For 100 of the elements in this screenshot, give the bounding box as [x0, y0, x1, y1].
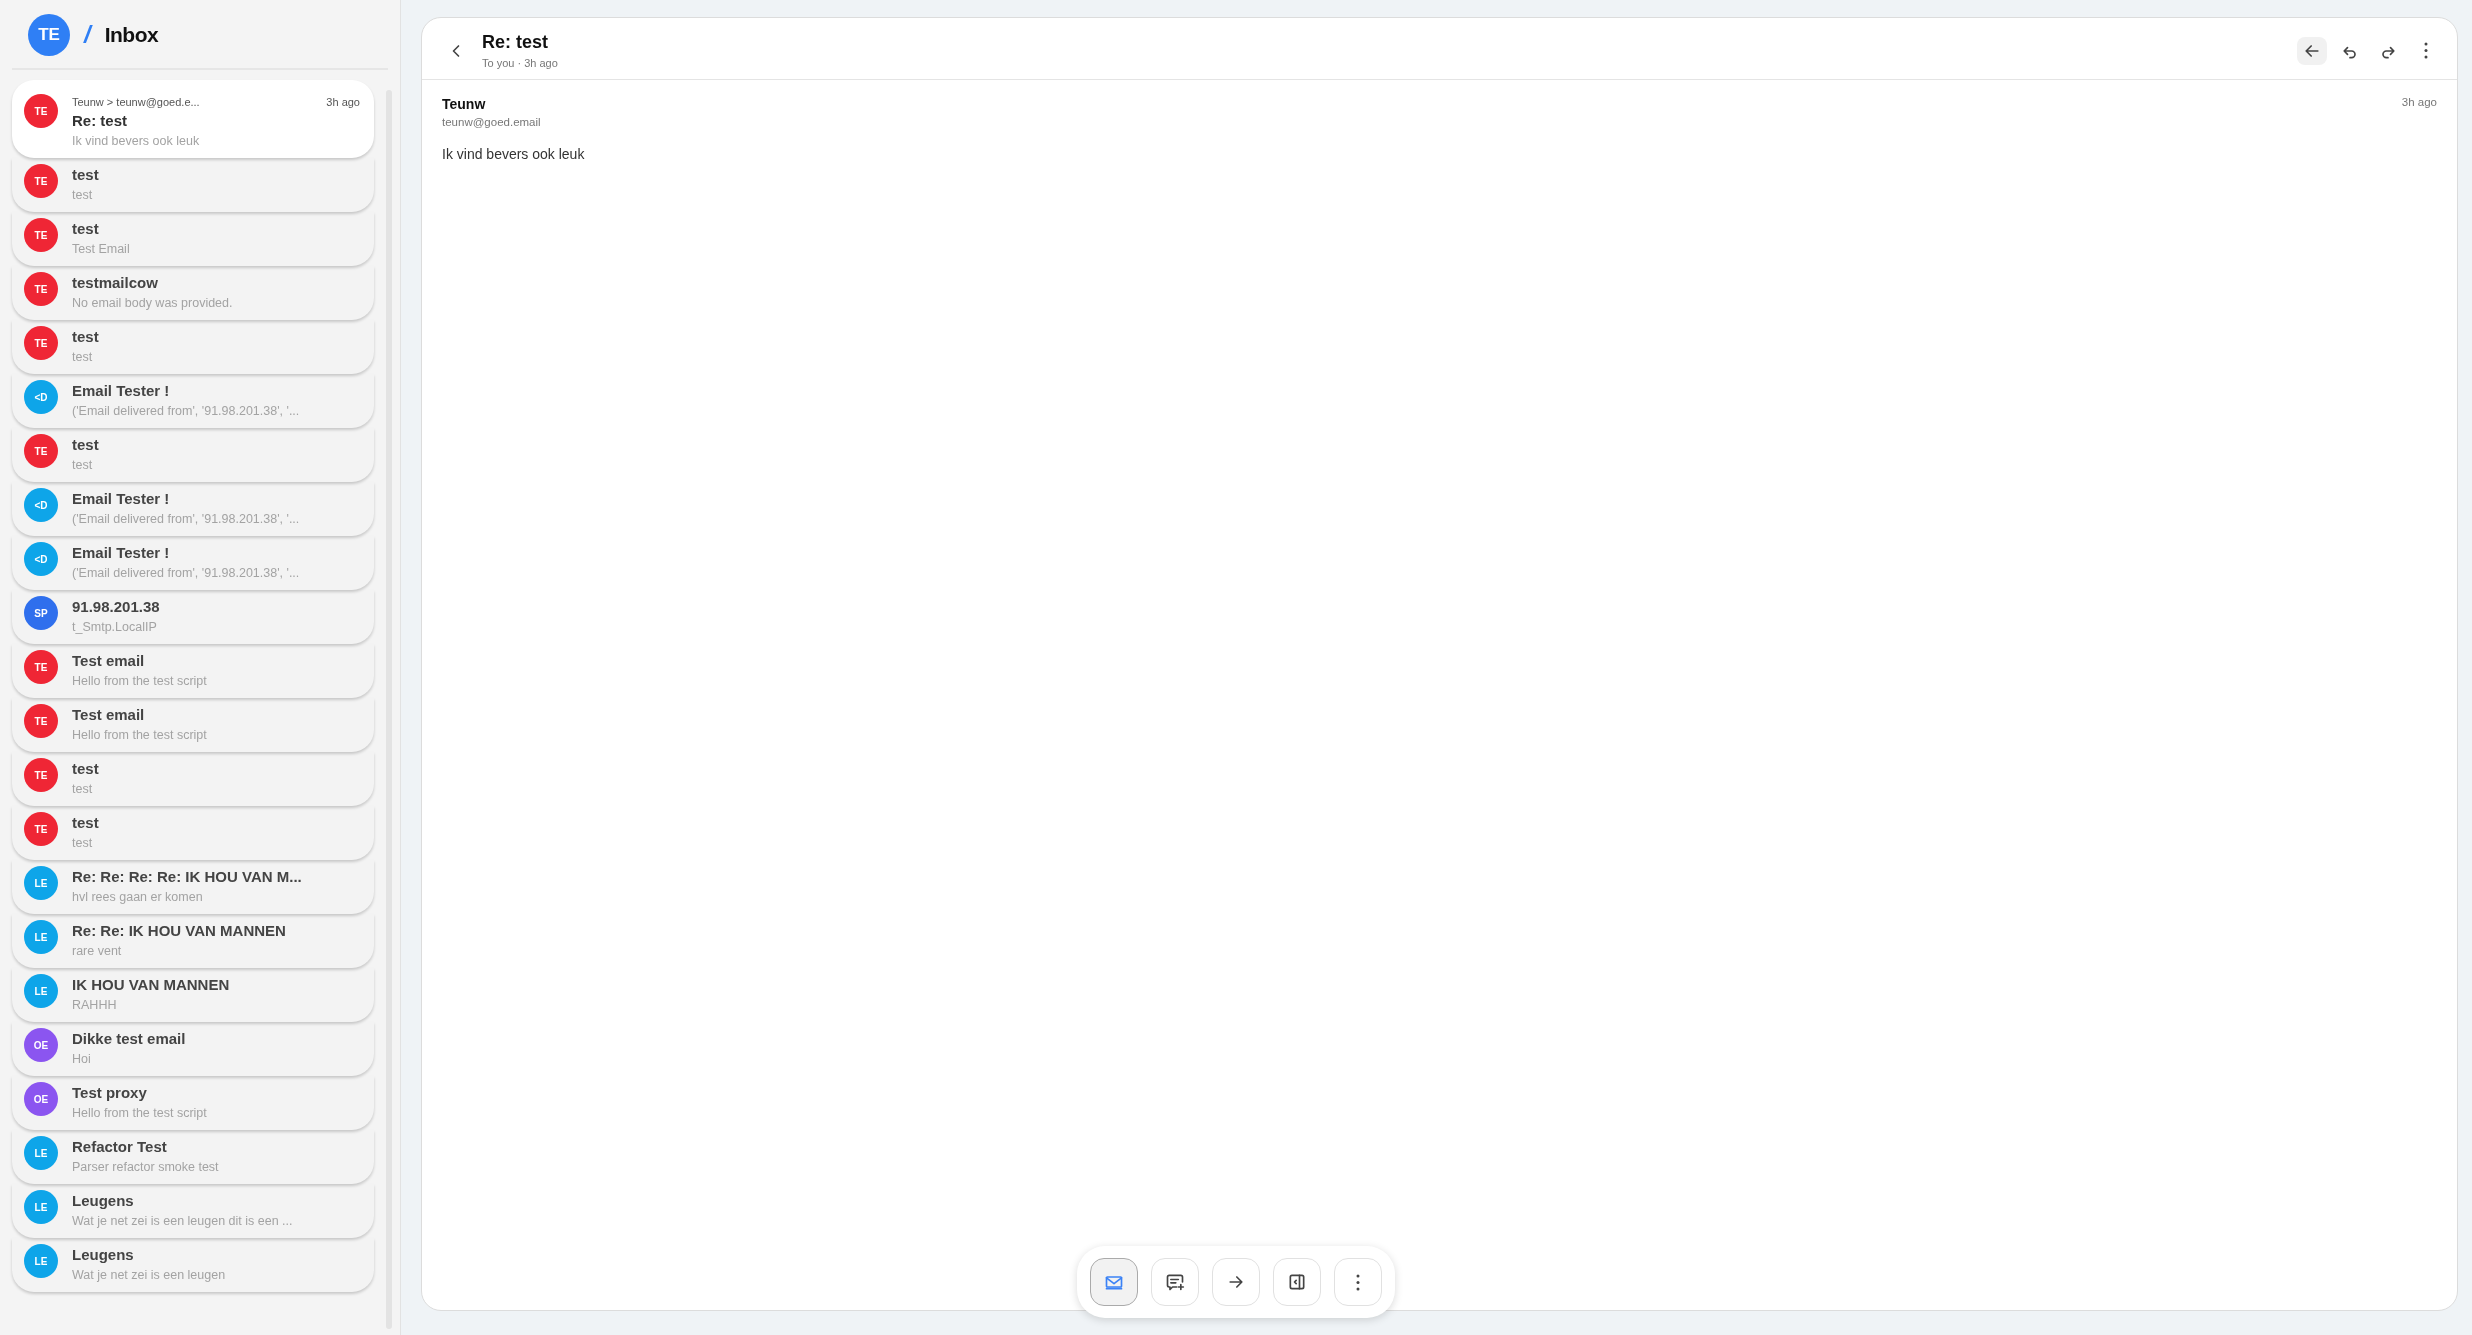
email-time: 3h ago	[2401, 96, 2437, 110]
email-subject: Leugens	[72, 1191, 135, 1211]
email-preview: Hello from the test script	[72, 1105, 208, 1122]
sender-avatar: TE	[24, 434, 58, 468]
email-list-item[interactable]: TE test test	[12, 428, 374, 482]
sender-avatar: <D	[24, 380, 58, 414]
email-list-item[interactable]: LE Re: Re: IK HOU VAN MANNEN rare vent	[12, 914, 374, 968]
sender-avatar: SP	[24, 596, 58, 630]
email-subject: Re: Re: Re: Re: IK HOU VAN M...	[72, 867, 303, 887]
email-preview: test	[72, 187, 94, 204]
sender-avatar: LE	[24, 974, 58, 1008]
email-meta: To you · 3h ago	[482, 57, 559, 69]
email-preview: test	[72, 835, 94, 852]
email-preview: Hoi	[72, 1051, 92, 1068]
email-body: Ik vind bevers ook leuk	[442, 146, 586, 162]
sender-name: Teunw	[442, 96, 487, 112]
comment-add-icon	[1165, 1272, 1185, 1292]
email-list-item[interactable]: OE Test proxy Hello from the test script	[12, 1076, 374, 1130]
email-preview: test	[72, 457, 94, 474]
email-subject: Re: Re: IK HOU VAN MANNEN	[72, 921, 287, 941]
email-subject: Leugens	[72, 1245, 135, 1265]
breadcrumb-separator: /	[84, 21, 91, 49]
email-preview: t_Smtp.LocalIP	[72, 619, 158, 636]
email-subject: Email Tester !	[72, 543, 171, 563]
sender-avatar: LE	[24, 1190, 58, 1224]
email-list-item[interactable]: OE Dikke test email Hoi	[12, 1022, 374, 1076]
email-list-item[interactable]: TE test test	[12, 752, 374, 806]
email-list-item[interactable]: LE Leugens Wat je net zei is een leugen	[12, 1238, 374, 1292]
email-list-item[interactable]: LE IK HOU VAN MANNEN RAHHH	[12, 968, 374, 1022]
more-icon	[1356, 1273, 1360, 1291]
sender-avatar: TE	[24, 164, 58, 198]
more-icon	[2424, 42, 2428, 59]
email-preview: test	[72, 781, 94, 798]
sender-address: Teunw > teunw@goed.e...	[72, 95, 200, 110]
sender-avatar: TE	[24, 94, 58, 128]
sender-avatar: OE	[24, 1082, 58, 1116]
sender-avatar: <D	[24, 488, 58, 522]
email-preview: Wat je net zei is een leugen dit is een ...	[72, 1213, 294, 1230]
sender-avatar: LE	[24, 1244, 58, 1278]
sender-avatar: LE	[24, 866, 58, 900]
sender-avatar: TE	[24, 812, 58, 846]
sender-avatar: TE	[24, 218, 58, 252]
email-subject: test	[72, 759, 100, 779]
email-subject: test	[72, 219, 100, 239]
mail-button[interactable]	[1090, 1258, 1138, 1306]
email-preview: Hello from the test script	[72, 727, 208, 744]
email-preview: Hello from the test script	[72, 673, 208, 690]
comment-add-button[interactable]	[1151, 1258, 1199, 1306]
email-subject: Test email	[72, 651, 146, 671]
email-preview: rare vent	[72, 943, 123, 960]
sender-avatar: TE	[24, 326, 58, 360]
sender-email: teunw@goed.email	[442, 116, 541, 128]
email-list-item[interactable]: <D Email Tester ! ('Email delivered from', '91.98.201.38', '...	[12, 374, 374, 428]
email-preview: ('Email delivered from', '91.98.201.38', '...	[72, 403, 301, 420]
email-subject: Test email	[72, 705, 146, 725]
email-subject: test	[72, 435, 100, 455]
email-list-item[interactable]: LE Leugens Wat je net zei is een leugen dit is een ...	[12, 1184, 374, 1238]
email-title: Re: test	[482, 32, 549, 53]
sender-avatar: LE	[24, 920, 58, 954]
panel-button[interactable]	[1273, 1258, 1321, 1306]
sender-avatar: <D	[24, 542, 58, 576]
email-list-item[interactable]: TE test test	[12, 158, 374, 212]
email-list-item[interactable]: TE Test email Hello from the test script	[12, 644, 374, 698]
email-subject: 91.98.201.38	[72, 597, 161, 617]
email-list-item[interactable]: TE testmailcow No email body was provided.	[12, 266, 374, 320]
email-subject: test	[72, 165, 100, 185]
inbox-title: Inbox	[104, 23, 159, 47]
email-preview: ('Email delivered from', '91.98.201.38', '...	[72, 565, 301, 582]
back-button[interactable]	[2297, 36, 2327, 65]
email-list-item[interactable]: LE Re: Re: Re: Re: IK HOU VAN M... hvl rees gaan er komen	[12, 860, 374, 914]
email-subject: Re: test	[72, 111, 128, 131]
sender-avatar: LE	[24, 1136, 58, 1170]
email-subject: testmailcow	[72, 273, 159, 293]
email-preview: RAHHH	[72, 997, 118, 1014]
email-subject: Email Tester !	[72, 381, 171, 401]
email-list-item[interactable]: TE Teunw > teunw@goed.e... 3h ago Re: test Ik vind bevers ook leuk	[12, 80, 374, 158]
sender-avatar: TE	[24, 758, 58, 792]
email-list-item[interactable]: TE test Test Email	[12, 212, 374, 266]
email-list-item[interactable]: TE test test	[12, 806, 374, 860]
email-list-item[interactable]: TE Test email Hello from the test script	[12, 698, 374, 752]
email-preview: test	[72, 349, 94, 366]
email-preview: Parser refactor smoke test	[72, 1159, 220, 1176]
email-subject: test	[72, 813, 100, 833]
email-list-item[interactable]: LE Refactor Test Parser refactor smoke test	[12, 1130, 374, 1184]
email-preview: Ik vind bevers ook leuk	[72, 133, 201, 150]
email-list-item[interactable]: TE test test	[12, 320, 374, 374]
email-subject: Dikke test email	[72, 1029, 187, 1049]
email-preview: No email body was provided.	[72, 295, 234, 312]
email-subject: Test proxy	[72, 1083, 148, 1103]
account-avatar[interactable]: TE	[28, 14, 70, 56]
email-list-item[interactable]: <D Email Tester ! ('Email delivered from', '91.98.201.38', '...	[12, 482, 374, 536]
email-preview: Wat je net zei is een leugen	[72, 1267, 227, 1284]
sender-avatar: TE	[24, 704, 58, 738]
sender-avatar: TE	[24, 650, 58, 684]
email-list-item[interactable]: SP 91.98.201.38 t_Smtp.LocalIP	[12, 590, 374, 644]
email-list-item[interactable]: <D Email Tester ! ('Email delivered from', '91.98.201.38', '...	[12, 536, 374, 590]
sidebar-panel-icon	[1287, 1272, 1307, 1292]
email-preview: hvl rees gaan er komen	[72, 889, 204, 906]
email-time: 3h ago	[326, 95, 360, 110]
email-subject: IK HOU VAN MANNEN	[72, 975, 231, 995]
